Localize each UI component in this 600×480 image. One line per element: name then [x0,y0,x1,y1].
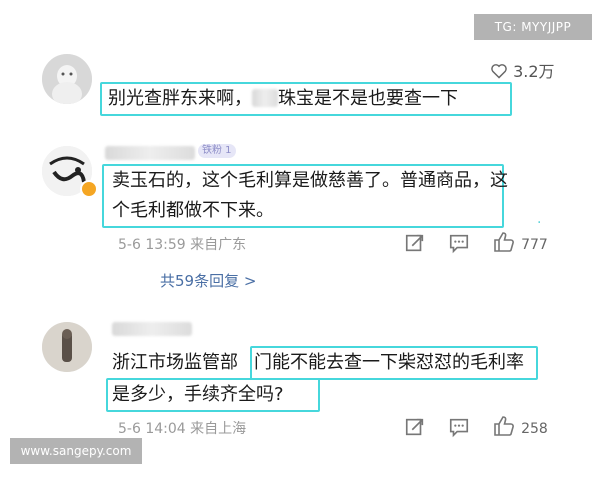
comment3-line1-highlight: 门能不能去查一下柴怼怼的毛利率 [254,352,524,373]
verified-badge-icon [80,180,98,198]
share-icon [405,418,424,436]
watermark-bottom: www.sangepy.com [10,438,142,464]
comment2-timestamp: 5-6 13:59 [118,237,186,253]
comment3-meta: 5-6 14:04 来自上海 [118,418,246,438]
share-icon [405,234,424,252]
thumbs-up-icon [494,416,514,436]
watermark-top: TG: MYYJJPP [474,14,592,40]
avatar-user3[interactable] [42,322,92,372]
share-button[interactable] [404,416,426,442]
comment2-meta: 5-6 13:59 来自广东 [118,234,246,254]
comment2-line2: 个毛利都做不下来。 [112,200,274,221]
username-redacted [105,146,195,160]
thumbs-up-icon [494,232,514,252]
fan-badge: 铁粉 1 [198,144,236,158]
comment2-location: 来自广东 [190,237,247,253]
heart-icon [491,64,507,79]
comment-icon [449,418,469,438]
view-replies-link[interactable]: 共59条回复 > [160,270,256,291]
comment1-text: 别光查胖东来啊， 珠宝是不是也要查一下 [108,84,458,114]
comment-button[interactable] [448,232,470,258]
comment2-line1: 卖玉石的，这个毛利算是做慈善了。普通商品，这 [112,170,508,191]
comment3-location: 来自上海 [190,421,247,437]
avatar-user1[interactable] [42,54,92,104]
comment1-text-part1: 别光查胖东来啊， [108,88,252,109]
heart-like-group[interactable]: 3.2万 [490,58,555,82]
comment-button[interactable] [448,416,470,442]
comment3-timestamp: 5-6 14:04 [118,421,186,437]
username-redacted [112,322,192,336]
comment3-like-count: 258 [521,421,548,437]
comment1-like-count: 3.2万 [513,62,555,81]
comment2-like-count: 777 [521,237,548,253]
share-button[interactable] [404,232,426,258]
comment3-line2: 是多少，手续齐全吗? [112,384,284,405]
comment3-line1-prefix: 浙江市场监管部 [112,352,238,373]
like-button[interactable]: 258 [492,414,548,438]
comment1-text-part2: 珠宝是不是也要查一下 [278,88,458,109]
like-button[interactable]: 777 [492,230,548,254]
comment-icon [449,234,469,254]
marker-dot: · [537,215,542,231]
redacted-text [252,89,278,107]
